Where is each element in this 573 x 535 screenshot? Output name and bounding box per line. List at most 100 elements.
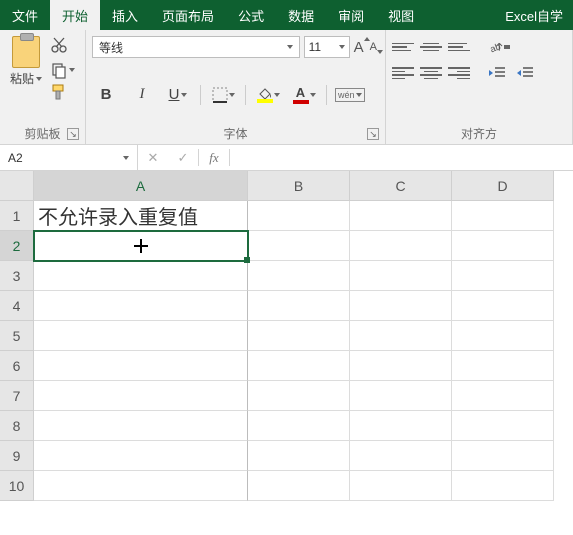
cell-B3[interactable] <box>248 261 350 291</box>
row-header-1[interactable]: 1 <box>0 201 34 231</box>
row-header-9[interactable]: 9 <box>0 441 34 471</box>
cell-A4[interactable] <box>34 291 248 321</box>
cell-C10[interactable] <box>350 471 452 501</box>
cell-A1[interactable]: 不允许录入重复值 <box>34 201 248 231</box>
format-painter-button[interactable] <box>50 83 75 104</box>
bold-button[interactable]: B <box>92 83 120 107</box>
col-header-B[interactable]: B <box>248 171 350 201</box>
cell-A6[interactable] <box>34 351 248 381</box>
group-clipboard-label: 剪贴板 <box>24 127 60 141</box>
group-font-label: 字体 <box>223 127 247 141</box>
tab-review[interactable]: 审阅 <box>326 0 376 30</box>
align-bottom-button[interactable] <box>448 37 470 57</box>
font-name-select[interactable]: 等线 <box>92 36 300 58</box>
cell-A5[interactable] <box>34 321 248 351</box>
cell-B7[interactable] <box>248 381 350 411</box>
row-header-6[interactable]: 6 <box>0 351 34 381</box>
cell-B6[interactable] <box>248 351 350 381</box>
row-header-8[interactable]: 8 <box>0 411 34 441</box>
cell-C1[interactable] <box>350 201 452 231</box>
worksheet-grid: A B C D 1 不允许录入重复值 2 3 4 5 6 7 8 9 10 <box>0 171 573 501</box>
clipboard-launcher[interactable]: ↘ <box>67 128 79 140</box>
phonetic-guide-button[interactable]: wén <box>335 88 365 102</box>
italic-button[interactable]: I <box>128 83 156 107</box>
fill-color-button[interactable] <box>254 83 282 107</box>
cell-A8[interactable] <box>34 411 248 441</box>
cancel-formula-button[interactable]: ✕ <box>138 145 168 170</box>
cell-C6[interactable] <box>350 351 452 381</box>
align-top-button[interactable] <box>392 37 414 57</box>
increase-font-button[interactable]: A <box>354 39 366 56</box>
paste-button[interactable]: 粘贴 <box>6 34 46 104</box>
tab-home[interactable]: 开始 <box>50 0 100 30</box>
cell-D7[interactable] <box>452 381 554 411</box>
cell-B4[interactable] <box>248 291 350 321</box>
cut-button[interactable] <box>50 36 75 57</box>
col-header-C[interactable]: C <box>350 171 452 201</box>
insert-function-button[interactable]: fx <box>199 145 229 170</box>
paste-label: 粘贴 <box>10 70 34 87</box>
row-header-4[interactable]: 4 <box>0 291 34 321</box>
decrease-font-button[interactable]: A <box>370 41 379 53</box>
cell-B5[interactable] <box>248 321 350 351</box>
copy-button[interactable] <box>50 61 75 79</box>
underline-button[interactable]: U <box>164 83 192 107</box>
cell-B10[interactable] <box>248 471 350 501</box>
increase-indent-button[interactable] <box>516 63 538 83</box>
select-all-corner[interactable] <box>0 171 34 201</box>
cell-D2[interactable] <box>452 231 554 261</box>
cell-D9[interactable] <box>452 441 554 471</box>
tab-data[interactable]: 数据 <box>276 0 326 30</box>
row-header-3[interactable]: 3 <box>0 261 34 291</box>
cell-B8[interactable] <box>248 411 350 441</box>
font-size-select[interactable]: 11 <box>304 36 350 58</box>
cell-D8[interactable] <box>452 411 554 441</box>
border-button[interactable] <box>209 83 237 107</box>
col-header-D[interactable]: D <box>452 171 554 201</box>
cell-C9[interactable] <box>350 441 452 471</box>
font-color-button[interactable]: A <box>290 83 318 107</box>
tab-formula[interactable]: 公式 <box>226 0 276 30</box>
cell-C7[interactable] <box>350 381 452 411</box>
align-left-button[interactable] <box>392 63 414 83</box>
cell-D1[interactable] <box>452 201 554 231</box>
font-launcher[interactable]: ↘ <box>367 128 379 140</box>
cell-D5[interactable] <box>452 321 554 351</box>
cell-A3[interactable] <box>34 261 248 291</box>
align-middle-button[interactable] <box>420 37 442 57</box>
cell-A2[interactable] <box>34 231 248 261</box>
cell-C4[interactable] <box>350 291 452 321</box>
tab-insert[interactable]: 插入 <box>100 0 150 30</box>
cell-B1[interactable] <box>248 201 350 231</box>
confirm-formula-button[interactable]: ✓ <box>168 145 198 170</box>
cell-C2[interactable] <box>350 231 452 261</box>
name-box[interactable]: A2 <box>0 145 138 170</box>
row-header-2[interactable]: 2 <box>0 231 34 261</box>
cell-C8[interactable] <box>350 411 452 441</box>
row-header-10[interactable]: 10 <box>0 471 34 501</box>
cell-A10[interactable] <box>34 471 248 501</box>
col-header-A[interactable]: A <box>34 171 248 201</box>
cell-D6[interactable] <box>452 351 554 381</box>
cell-D10[interactable] <box>452 471 554 501</box>
align-center-button[interactable] <box>420 63 442 83</box>
align-right-button[interactable] <box>448 63 470 83</box>
cell-A7[interactable] <box>34 381 248 411</box>
chevron-down-icon <box>36 77 42 81</box>
orientation-button[interactable]: ab <box>488 37 510 57</box>
cell-C5[interactable] <box>350 321 452 351</box>
cell-D3[interactable] <box>452 261 554 291</box>
tab-page-layout[interactable]: 页面布局 <box>150 0 226 30</box>
formula-input[interactable] <box>230 145 573 170</box>
tab-excel-self-study[interactable]: Excel自学 <box>493 0 573 30</box>
tab-view[interactable]: 视图 <box>376 0 426 30</box>
row-header-7[interactable]: 7 <box>0 381 34 411</box>
cell-B9[interactable] <box>248 441 350 471</box>
tab-file[interactable]: 文件 <box>0 0 50 30</box>
cell-B2[interactable] <box>248 231 350 261</box>
row-header-5[interactable]: 5 <box>0 321 34 351</box>
cell-A9[interactable] <box>34 441 248 471</box>
decrease-indent-button[interactable] <box>488 63 510 83</box>
cell-D4[interactable] <box>452 291 554 321</box>
cell-C3[interactable] <box>350 261 452 291</box>
